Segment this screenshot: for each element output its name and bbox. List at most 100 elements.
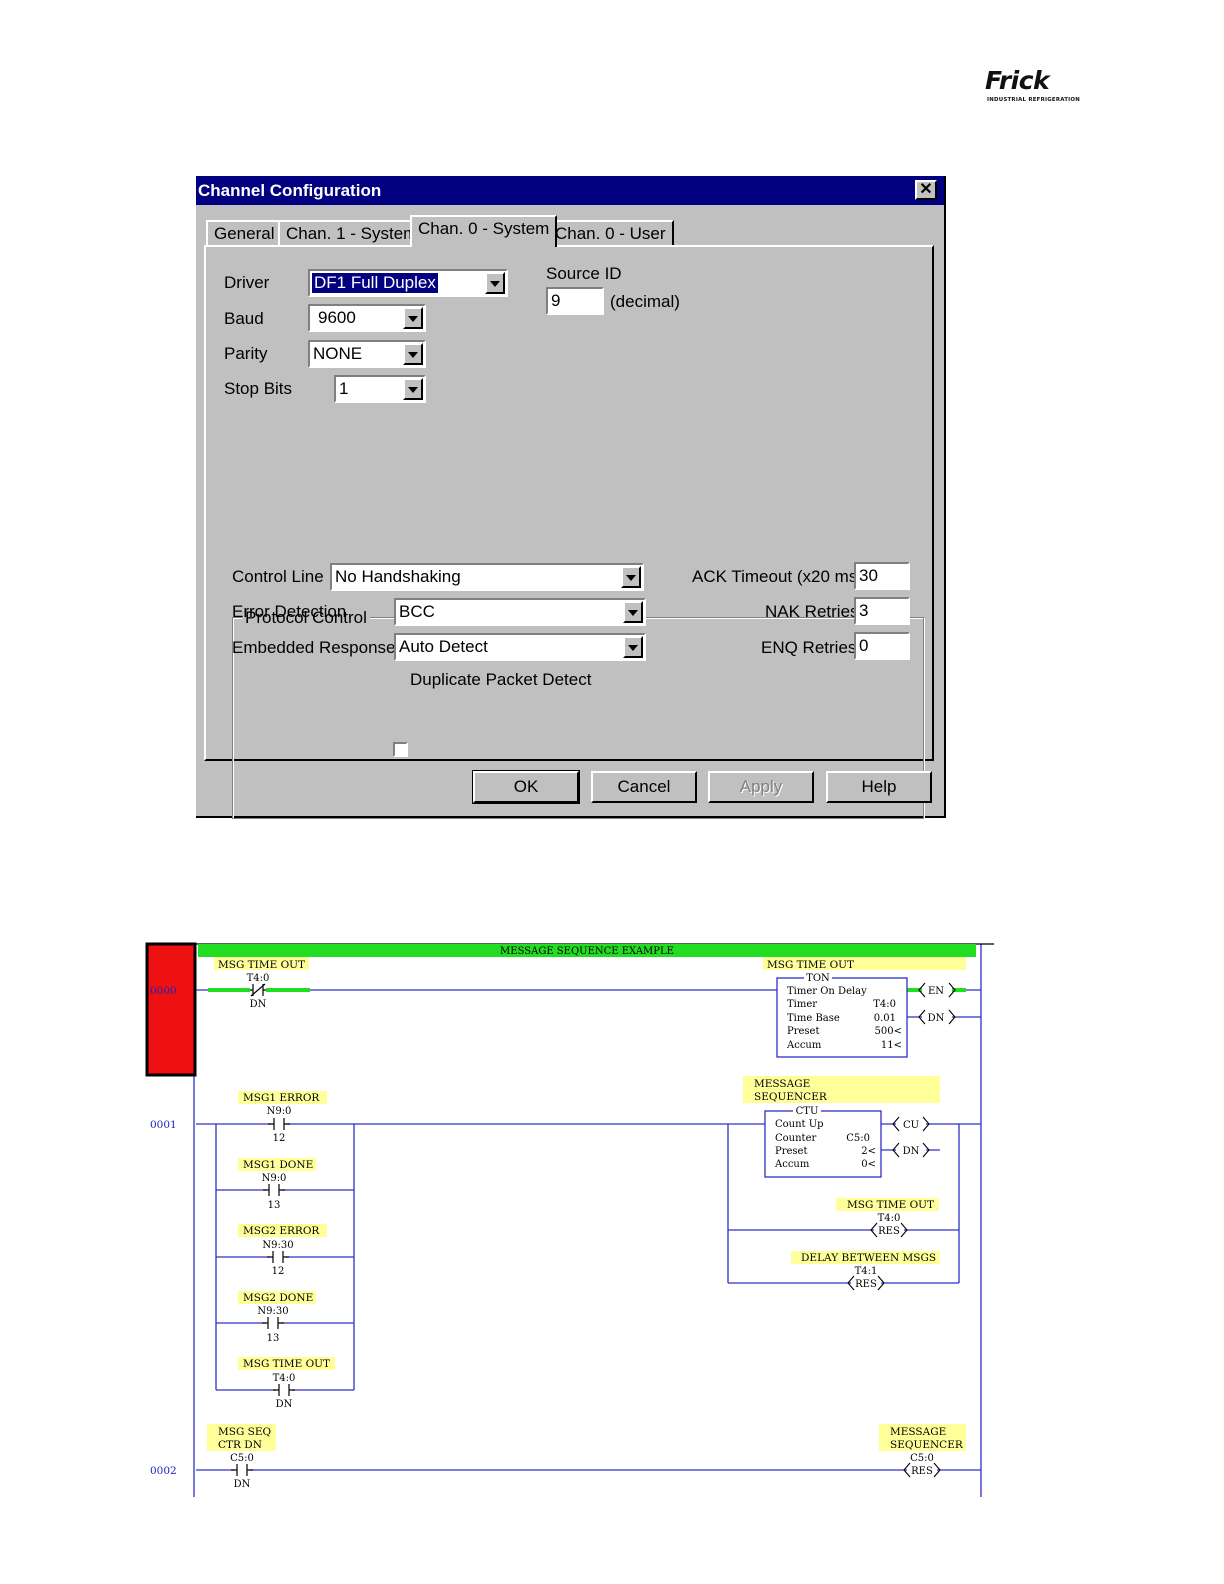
contact-description: MSG TIME OUT	[243, 1358, 330, 1370]
chevron-down-icon[interactable]	[623, 636, 643, 658]
counter-row-label: Counter	[775, 1133, 816, 1144]
normally-open-contact[interactable]	[263, 1184, 285, 1196]
normally-closed-contact[interactable]	[250, 983, 266, 997]
source-id-label: Source ID	[546, 264, 622, 283]
chevron-down-icon[interactable]	[621, 566, 641, 588]
contact-address: N9:0	[262, 1173, 287, 1184]
contact-description: MSG2 ERROR	[243, 1225, 320, 1237]
output-dn[interactable]: DN	[918, 1009, 956, 1025]
cancel-button[interactable]: Cancel	[591, 771, 697, 803]
reset-label: RES	[878, 1226, 900, 1237]
timer-title: Timer On Delay	[787, 986, 867, 997]
counter-description-line1: MESSAGE	[754, 1078, 810, 1090]
counter-title: Count Up	[775, 1119, 824, 1130]
apply-button[interactable]: Apply	[708, 771, 814, 803]
rung-number-0002[interactable]: 0002	[150, 1465, 177, 1477]
timer-row-value: 11<	[881, 1040, 902, 1051]
rung-0001[interactable]: MSG1 ERROR N9:0 12 MSG1 DONE N9:0 13 MSG…	[196, 1076, 981, 1410]
normally-open-contact[interactable]	[231, 1464, 253, 1476]
ack-timeout-label: ACK Timeout (x20 ms)	[692, 567, 863, 586]
chevron-down-icon[interactable]	[485, 272, 505, 294]
reset-description: MSG TIME OUT	[847, 1199, 934, 1211]
duplicate-packet-checkbox[interactable]	[393, 742, 408, 757]
counter-row-label: Preset	[775, 1146, 808, 1157]
ack-timeout-input[interactable]	[854, 562, 910, 590]
logo-brand: Frick	[985, 66, 1050, 95]
contact-bit: 13	[267, 1333, 280, 1344]
ton-timer-block[interactable]: TON Timer On Delay Timer T4:0 Time Base …	[776, 972, 908, 1058]
tab-chan-0-system[interactable]: Chan. 0 - System	[410, 215, 558, 247]
normally-open-contact[interactable]	[262, 1317, 284, 1329]
embedded-responses-select[interactable]: Auto Detect	[394, 633, 646, 661]
contact-description: MSG2 DONE	[243, 1292, 313, 1304]
normally-open-contact[interactable]	[268, 1118, 290, 1130]
output-cu[interactable]: CU	[892, 1116, 930, 1132]
chevron-down-icon[interactable]	[623, 601, 643, 623]
reset-label: RES	[855, 1279, 877, 1290]
baud-select[interactable]: 9600	[308, 304, 426, 332]
output-address: C5:0	[910, 1453, 934, 1464]
close-button[interactable]: ✕	[915, 180, 937, 200]
tab-chan-1-system[interactable]: Chan. 1 - System	[278, 220, 426, 246]
contact-address: N9:30	[262, 1240, 293, 1251]
enq-retries-input[interactable]	[854, 632, 910, 660]
source-id-input[interactable]	[546, 287, 604, 315]
timer-row-value: T4:0	[873, 999, 896, 1010]
contact-address: C5:0	[230, 1453, 254, 1464]
counter-row-value: C5:0	[846, 1133, 870, 1144]
chevron-down-icon[interactable]	[403, 307, 423, 329]
rung-number-0000[interactable]: 0000	[150, 985, 177, 997]
contact-bit: DN	[234, 1479, 251, 1490]
tab-chan-0-user[interactable]: Chan. 0 - User	[547, 220, 674, 246]
stop-bits-select[interactable]: 1	[334, 375, 426, 403]
chevron-down-icon[interactable]	[403, 343, 423, 365]
parity-select[interactable]: NONE	[308, 340, 426, 368]
output-label: EN	[928, 986, 944, 997]
help-button[interactable]: Help	[826, 771, 932, 803]
nak-retries-label: NAK Retries	[765, 602, 859, 621]
output-dn[interactable]: DN	[892, 1142, 930, 1158]
control-line-label: Control Line	[232, 567, 324, 586]
timer-type: TON	[806, 973, 830, 984]
reset-instruction[interactable]: RES	[870, 1222, 908, 1238]
ok-button[interactable]: OK	[472, 770, 580, 804]
counter-row-value: 2<	[861, 1146, 876, 1157]
baud-label: Baud	[224, 309, 264, 328]
normally-open-contact[interactable]	[273, 1384, 295, 1396]
control-line-select[interactable]: No Handshaking	[330, 563, 644, 591]
contact-description-line2: CTR DN	[218, 1439, 262, 1451]
driver-label: Driver	[224, 273, 270, 292]
dialog-titlebar[interactable]: Channel Configuration ✕	[196, 176, 944, 205]
enq-retries-label: ENQ Retries	[761, 638, 857, 657]
rung-selection-marker[interactable]	[145, 942, 197, 1077]
rung-0000[interactable]: MSG TIME OUT T4:0 DN MSG TIME OUT TON Ti…	[196, 957, 981, 1058]
timer-row-label: Accum	[786, 1040, 822, 1051]
contact-bit: DN	[276, 1399, 293, 1410]
channel-configuration-dialog: Channel Configuration ✕ General Chan. 1 …	[196, 176, 946, 819]
normally-open-contact[interactable]	[267, 1251, 289, 1263]
tab-panel-chan-0-system: Driver DF1 Full Duplex Baud 9600 Parity …	[204, 245, 934, 819]
error-detection-label: Error Detection	[232, 602, 347, 621]
parity-value: NONE	[313, 344, 363, 363]
contact-description: MSG1 DONE	[243, 1159, 313, 1171]
timer-row-value: 500<	[875, 1026, 902, 1037]
error-detection-select[interactable]: BCC	[394, 598, 646, 626]
ctu-counter-block[interactable]: CTU Count Up Counter C5:0 Preset 2< Accu…	[764, 1105, 882, 1178]
reset-description: DELAY BETWEEN MSGS	[801, 1252, 936, 1264]
contact-bit: 13	[268, 1200, 281, 1211]
nak-retries-input[interactable]	[854, 597, 910, 625]
output-en[interactable]: EN	[918, 982, 956, 998]
rung-0002[interactable]: MSG SEQ CTR DN C5:0 DN MESSAGE SEQUENCER…	[196, 1424, 981, 1490]
chevron-down-icon[interactable]	[403, 378, 423, 400]
tab-general[interactable]: General	[206, 220, 283, 246]
contact-description: MSG1 ERROR	[243, 1092, 320, 1104]
reset-address: T4:1	[855, 1266, 878, 1277]
reset-instruction[interactable]: RES	[903, 1462, 941, 1478]
reset-instruction[interactable]: RES	[847, 1275, 885, 1291]
contact-description-line1: MSG SEQ	[218, 1426, 272, 1438]
frick-logo: Frick INDUSTRIAL REFRIGERATION	[985, 66, 1080, 106]
contact-bit: DN	[250, 999, 267, 1010]
stop-bits-value: 1	[339, 379, 349, 398]
rung-number-0001[interactable]: 0001	[150, 1119, 177, 1131]
driver-select[interactable]: DF1 Full Duplex	[308, 269, 508, 297]
